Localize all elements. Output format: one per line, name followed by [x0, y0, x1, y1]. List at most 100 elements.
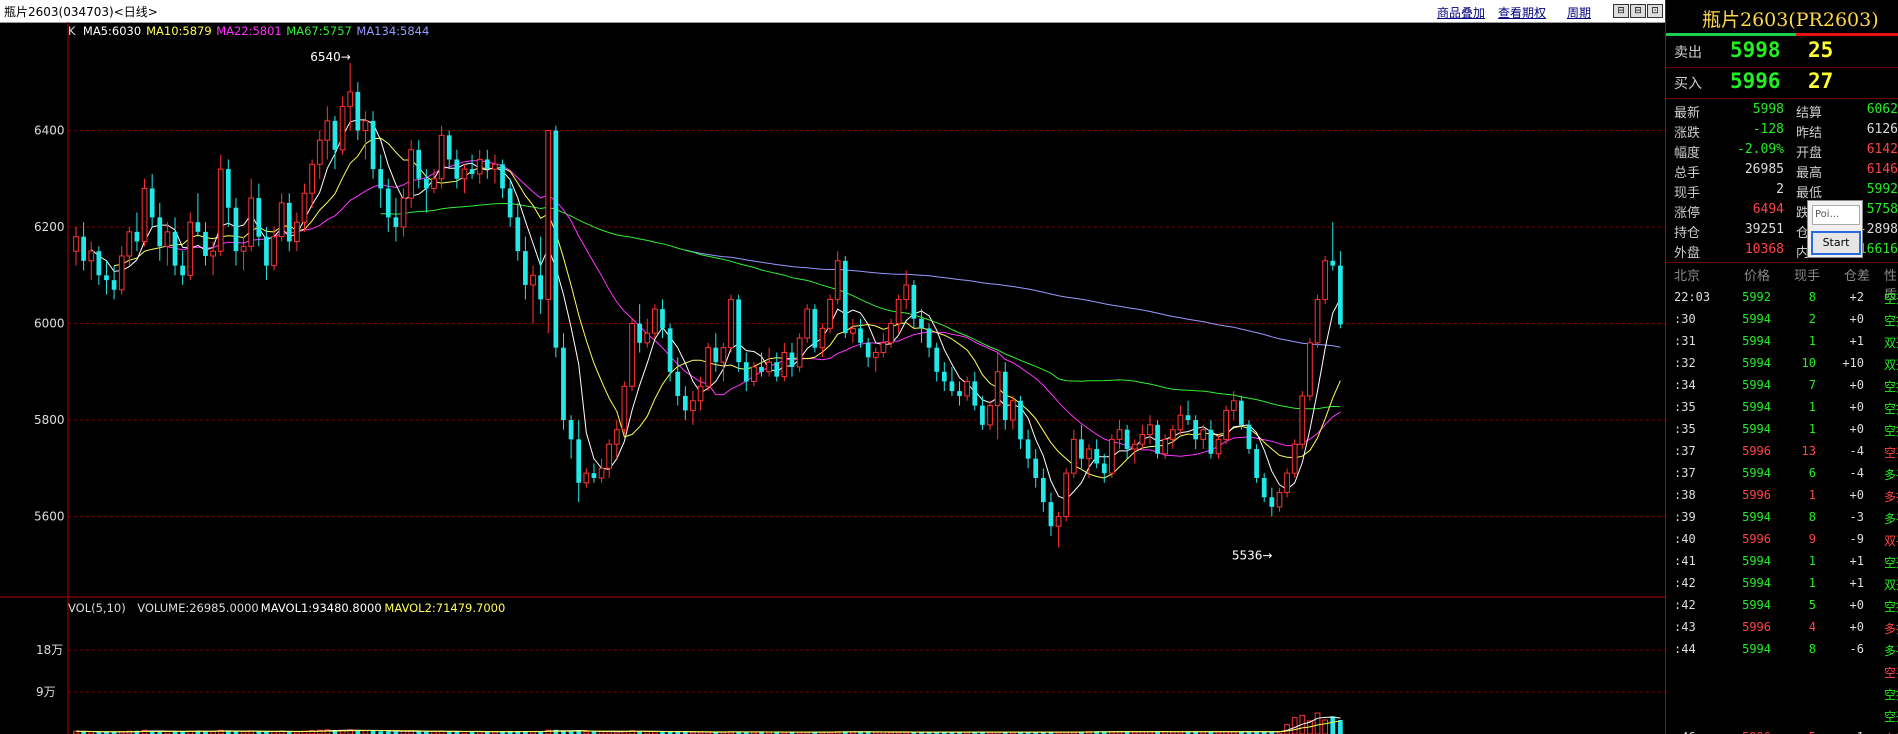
price-tick-label: 5600	[34, 510, 65, 524]
tick-row[interactable]: :34 5994 7 +0 空换	[1666, 374, 1898, 396]
overlay-commodity-link[interactable]: 商品叠加	[1437, 4, 1485, 21]
view-options-link[interactable]: 查看期权	[1498, 4, 1546, 21]
candle-body	[301, 192, 308, 223]
candle-body	[538, 275, 543, 300]
candle-body	[766, 361, 772, 373]
tick-row[interactable]: :44 5994 8 -6 多平	[1666, 638, 1898, 660]
volume-bar	[1322, 719, 1329, 734]
tick-row[interactable]: :32 5994 10 +10 双开	[1666, 352, 1898, 374]
minimize-pane-icon[interactable]: ⊟	[1613, 4, 1629, 18]
tick-row[interactable]: :43 5996 4 +0 多换	[1666, 616, 1898, 638]
quote-stats: 最新 5998 结算 6062 涨跌 -128 昨结 6126 幅度 -2.09% 开盘 6142 总手…	[1666, 100, 1898, 262]
tick-cell: -4	[1849, 466, 1864, 480]
candle-body	[446, 135, 452, 160]
tick-row[interactable]: :39 5994 8 -3 多平	[1666, 506, 1898, 528]
bid-price: 5996	[1730, 69, 1781, 93]
ma134-line	[685, 249, 1341, 348]
candle-body	[812, 309, 818, 348]
tick-row[interactable]: 空平	[1666, 660, 1898, 682]
tick-cell: -6	[1849, 642, 1864, 656]
candle-body	[1230, 400, 1237, 411]
candle-body	[1079, 439, 1084, 459]
restore-pane-icon[interactable]: ⊟	[1630, 4, 1646, 18]
tick-table[interactable]: 22:0359928+2空开:3059942+0空换:3159941+1双开:3…	[1666, 286, 1898, 734]
candle-body	[393, 217, 399, 228]
candle-body	[736, 299, 742, 363]
tick-cell: +10	[1842, 356, 1864, 370]
candle-body	[583, 472, 590, 484]
point-input[interactable]: Poi...	[1812, 205, 1860, 225]
header-bar-red	[1796, 33, 1898, 36]
tick-row[interactable]: :35 5994 1 +0 空换	[1666, 418, 1898, 440]
maximize-pane-icon[interactable]: ⊡	[1647, 4, 1663, 18]
price-tick-label: 6400	[34, 124, 65, 138]
candle-body	[164, 231, 171, 247]
tick-row[interactable]: :31 5994 1 +1 双开	[1666, 330, 1898, 352]
candle-body	[1239, 400, 1244, 425]
candle-body	[111, 280, 117, 290]
candle-body	[644, 332, 651, 344]
tick-row[interactable]: 空换	[1666, 682, 1898, 704]
tick-cell: 空换	[1884, 314, 1898, 328]
candle-body	[271, 236, 277, 267]
stat-label: 最低	[1796, 186, 1823, 201]
tick-cell: 4	[1808, 620, 1816, 634]
candle-body	[1155, 424, 1160, 454]
tick-cell: :35	[1674, 422, 1696, 436]
tick-cell: :34	[1674, 378, 1696, 392]
candle-body	[1208, 429, 1214, 454]
ma-legend-item: K	[68, 24, 76, 38]
tick-row[interactable]: :46 59965 +1 多开	[1666, 726, 1898, 734]
tick-row[interactable]: :42 5994 5 +0 空换	[1666, 594, 1898, 616]
tick-row[interactable]: 22:03 5992 8 +2 空开	[1666, 286, 1898, 308]
tick-row[interactable]: :41 5994 1 +1 空开	[1666, 550, 1898, 572]
candle-body	[941, 371, 947, 382]
candle-body	[1254, 449, 1259, 478]
candle-body	[1010, 400, 1016, 421]
candle-body	[1101, 463, 1107, 474]
tick-row[interactable]: :37 5994 6 -4 多平	[1666, 462, 1898, 484]
tick-row[interactable]: :35 5994 1 +0 空换	[1666, 396, 1898, 418]
stat-label: 涨跌	[1674, 126, 1701, 141]
tick-row[interactable]: :40 5996 9 -9 双平	[1666, 528, 1898, 550]
vol-legend-item: MAVOL2:71479.7000	[384, 601, 505, 615]
vol-legend-item: MAVOL1:93480.8000	[261, 601, 382, 615]
candle-body	[431, 178, 437, 189]
kline-chart[interactable]: 6400 6200 6000 5800 5600 18万 9万 K MA5:6030 MA10:5…	[0, 22, 1665, 734]
tick-row[interactable]: :37 5996 13 -4 空平	[1666, 440, 1898, 462]
tick-cell: 5994	[1742, 400, 1771, 414]
candle-body	[888, 323, 894, 344]
candle-body	[576, 439, 582, 483]
period-link[interactable]: 周期	[1567, 4, 1591, 21]
tick-table-header: 北京 价格 现手 仓差 性质	[1666, 264, 1898, 303]
bid-label: 买入	[1674, 76, 1702, 92]
tick-row[interactable]: :38 5996 1 +0 多换	[1666, 484, 1898, 506]
tick-cell: 5996	[1742, 444, 1771, 458]
candle-body	[759, 366, 764, 372]
candle-body	[911, 284, 917, 319]
tick-col-header: 现手	[1794, 269, 1821, 284]
start-button[interactable]: Start	[1811, 231, 1861, 255]
volume-tick-label: 18万	[36, 643, 63, 657]
candle-body	[492, 163, 498, 170]
candle-body	[1314, 298, 1321, 344]
candle-body	[309, 163, 315, 194]
candle-body	[728, 298, 734, 349]
price-tick-label: 6200	[34, 220, 65, 234]
tick-row[interactable]: :42 5994 1 +1 双开	[1666, 572, 1898, 594]
stat-label: 总手	[1674, 166, 1701, 181]
candle-body	[690, 400, 696, 411]
quote-panel: 瓶片2603(PR2603) 卖出 5998 25 买入 5996 27 最新 5…	[1665, 0, 1898, 734]
tick-cell: :35	[1674, 400, 1696, 414]
tick-cell: :41	[1674, 554, 1696, 568]
tick-cell: +0	[1849, 422, 1864, 436]
ma67-line	[380, 202, 1341, 410]
tick-row[interactable]: 空开	[1666, 704, 1898, 726]
tick-row[interactable]: :30 5994 2 +0 空换	[1666, 308, 1898, 330]
candle-body	[1291, 443, 1298, 474]
candle-body	[964, 380, 971, 397]
tick-cell: +0	[1849, 488, 1864, 502]
tick-cell: :46	[1674, 730, 1714, 734]
mavol1-line	[75, 716, 1341, 733]
candle-body	[134, 231, 140, 242]
